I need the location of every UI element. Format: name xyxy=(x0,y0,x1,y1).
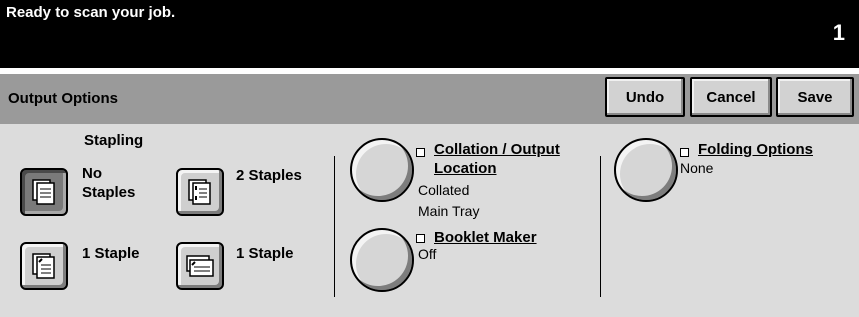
output-options-header: Output Options Undo Cancel Save xyxy=(0,74,859,124)
one-staple-portrait-label: 1 Staple xyxy=(82,245,140,262)
one-staple-portrait-icon xyxy=(32,253,56,279)
undo-button[interactable]: Undo xyxy=(605,77,685,117)
folding-title: Folding Options xyxy=(698,141,813,158)
booklet-checkbox[interactable] xyxy=(416,234,425,243)
stapling-title: Stapling xyxy=(84,132,144,149)
page-title: Output Options xyxy=(8,90,118,107)
folding-value: None xyxy=(680,160,714,176)
booklet-title: Booklet Maker xyxy=(434,229,537,246)
collation-value: Collated xyxy=(418,182,470,198)
copy-count: 1 xyxy=(832,20,845,45)
two-staples-button[interactable] xyxy=(176,168,224,216)
collation-output-button[interactable] xyxy=(350,138,414,202)
two-staples-icon xyxy=(188,179,212,205)
no-staples-label-line2: Staples xyxy=(82,184,136,201)
status-bar: Ready to scan your job. 1 xyxy=(0,0,859,68)
section-divider xyxy=(600,156,601,297)
no-staples-button[interactable] xyxy=(20,168,68,216)
one-staple-portrait-button[interactable] xyxy=(20,242,68,290)
save-button[interactable]: Save xyxy=(776,77,854,117)
no-staples-label: No Staples xyxy=(82,164,135,202)
collation-title: Collation / Output Location xyxy=(434,140,560,178)
collation-title-line1: Collation / Output xyxy=(434,141,560,158)
output-location-value: Main Tray xyxy=(418,203,480,219)
collation-title-line2: Location xyxy=(434,160,497,177)
two-staples-label: 2 Staples xyxy=(236,167,302,184)
status-message: Ready to scan your job. xyxy=(6,4,176,21)
no-staples-label-line1: No xyxy=(82,165,102,182)
folding-checkbox[interactable] xyxy=(680,148,689,157)
section-divider xyxy=(334,156,335,297)
no-staples-icon xyxy=(32,179,56,205)
one-staple-landscape-icon xyxy=(186,255,214,277)
booklet-maker-button[interactable] xyxy=(350,228,414,292)
cancel-button[interactable]: Cancel xyxy=(690,77,772,117)
collation-checkbox[interactable] xyxy=(416,148,425,157)
options-panel: Stapling No Staples 2 Staples 1 Staple 1… xyxy=(0,124,859,317)
folding-options-button[interactable] xyxy=(614,138,678,202)
booklet-value: Off xyxy=(418,246,437,262)
one-staple-landscape-button[interactable] xyxy=(176,242,224,290)
one-staple-landscape-label: 1 Staple xyxy=(236,245,294,262)
